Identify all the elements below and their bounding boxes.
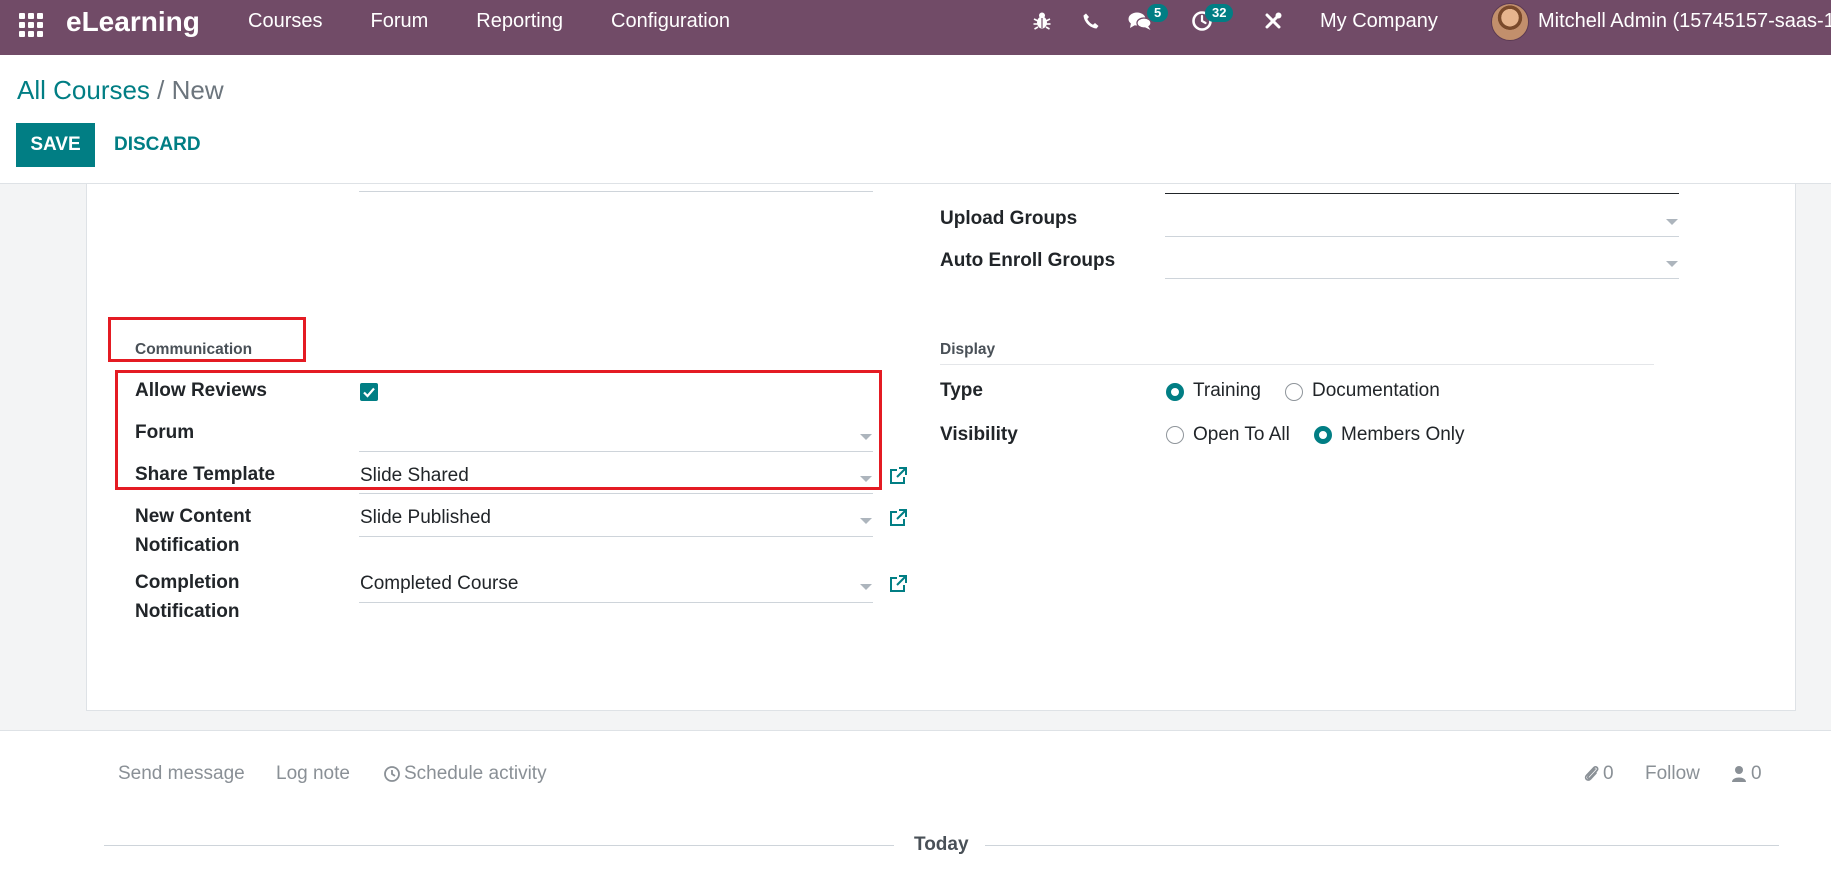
- chevron-down-icon[interactable]: [1666, 261, 1678, 267]
- highlight-box-communication: [108, 317, 306, 362]
- top-navbar: eLearning Courses Forum Reporting Config…: [0, 0, 1831, 55]
- share-template-field[interactable]: [359, 493, 873, 494]
- type-documentation-radio[interactable]: [1285, 383, 1303, 401]
- messages-count-badge: 5: [1147, 4, 1169, 22]
- today-separator-label: Today: [914, 834, 969, 855]
- company-switcher[interactable]: My Company: [1320, 9, 1438, 33]
- attachments-count[interactable]: 0: [1603, 761, 1614, 787]
- followers-user-icon[interactable]: [1731, 764, 1747, 784]
- follow-button[interactable]: Follow: [1645, 761, 1700, 787]
- visibility-open-to-all-label[interactable]: Open To All: [1193, 422, 1290, 448]
- save-button[interactable]: SAVE: [16, 123, 95, 167]
- app-menu-grid-icon[interactable]: [16, 10, 44, 38]
- today-divider-left: [104, 845, 894, 846]
- discard-button[interactable]: DISCARD: [104, 123, 211, 167]
- visibility-open-to-all-radio[interactable]: [1166, 426, 1184, 444]
- breadcrumb-separator: /: [157, 75, 165, 105]
- chatter-divider: [0, 730, 1831, 731]
- today-divider-right: [985, 845, 1779, 846]
- upload-groups-field[interactable]: [1165, 236, 1679, 237]
- tools-wrench-icon[interactable]: [1262, 8, 1284, 34]
- followers-count[interactable]: 0: [1751, 761, 1762, 787]
- activities-count-badge: 32: [1205, 4, 1234, 22]
- upload-groups-label: Upload Groups: [940, 208, 1078, 229]
- menu-item-forum[interactable]: Forum: [370, 8, 428, 34]
- send-message-button[interactable]: Send message: [118, 761, 245, 787]
- type-training-radio[interactable]: [1166, 383, 1184, 401]
- user-menu[interactable]: Mitchell Admin (15745157-saas-1: [1538, 9, 1831, 33]
- chevron-down-icon[interactable]: [1666, 219, 1678, 225]
- type-documentation-label[interactable]: Documentation: [1312, 378, 1440, 404]
- main-menu: Courses Forum Reporting Configuration: [248, 8, 778, 34]
- new-content-notification-value[interactable]: Slide Published: [360, 505, 491, 531]
- visibility-members-only-radio[interactable]: [1314, 426, 1332, 444]
- menu-item-configuration[interactable]: Configuration: [611, 8, 730, 34]
- debug-bug-icon[interactable]: [1031, 8, 1053, 34]
- completion-notification-label-2: Notification: [135, 601, 240, 622]
- visibility-label: Visibility: [940, 424, 1018, 445]
- phone-icon[interactable]: [1080, 8, 1102, 34]
- schedule-activity-button[interactable]: Schedule activity: [404, 761, 547, 787]
- menu-item-courses[interactable]: Courses: [248, 8, 322, 34]
- completion-notification-field[interactable]: [359, 602, 873, 603]
- field-underline: [1165, 193, 1679, 194]
- external-link-icon[interactable]: [888, 574, 908, 594]
- completion-notification-label-1: Completion: [135, 572, 240, 593]
- field-underline: [359, 191, 873, 192]
- user-avatar[interactable]: [1491, 3, 1529, 41]
- completion-notification-value[interactable]: Completed Course: [360, 571, 518, 597]
- new-content-notification-label-2: Notification: [135, 535, 240, 556]
- type-label: Type: [940, 380, 983, 401]
- type-training-label[interactable]: Training: [1193, 378, 1261, 404]
- log-note-button[interactable]: Log note: [276, 761, 350, 787]
- breadcrumb: All Courses / New: [17, 74, 224, 106]
- external-link-icon[interactable]: [888, 466, 908, 486]
- app-brand[interactable]: eLearning: [66, 6, 200, 38]
- chevron-down-icon[interactable]: [860, 584, 872, 590]
- display-section-title: Display: [940, 341, 996, 358]
- visibility-members-only-label[interactable]: Members Only: [1341, 422, 1465, 448]
- paperclip-icon[interactable]: [1583, 764, 1601, 784]
- auto-enroll-groups-label: Auto Enroll Groups: [940, 250, 1116, 271]
- display-section-divider: [940, 364, 1654, 365]
- breadcrumb-all-courses[interactable]: All Courses: [17, 75, 150, 105]
- new-content-notification-field[interactable]: [359, 536, 873, 537]
- external-link-icon[interactable]: [888, 508, 908, 528]
- menu-item-reporting[interactable]: Reporting: [476, 8, 563, 34]
- new-content-notification-label-1: New Content: [135, 506, 252, 527]
- breadcrumb-current: New: [171, 75, 224, 105]
- auto-enroll-groups-field[interactable]: [1165, 278, 1679, 279]
- highlight-box-communication-fields: [115, 370, 882, 490]
- chevron-down-icon[interactable]: [860, 518, 872, 524]
- clock-icon: [384, 766, 400, 782]
